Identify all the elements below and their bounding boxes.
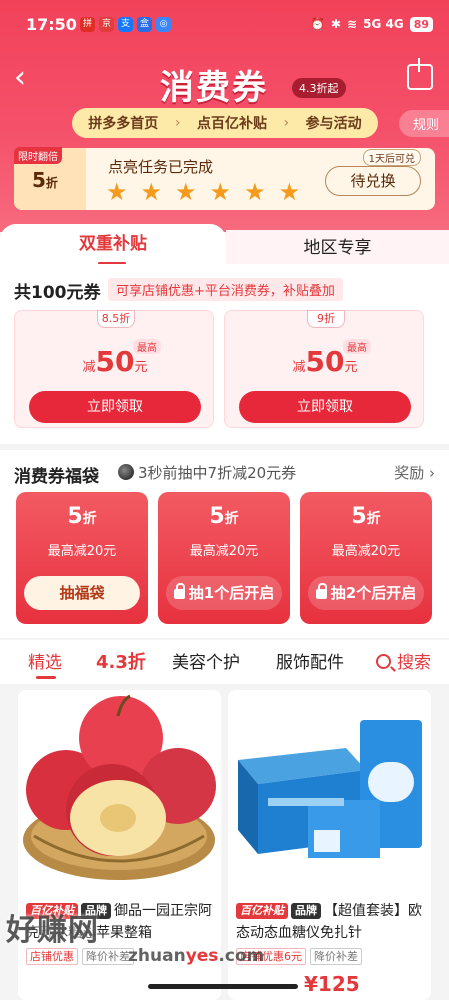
chevron-right-icon: › (174, 115, 181, 131)
wifi-icon: ≋ (347, 17, 358, 31)
bag-discount: 5折 (209, 504, 239, 529)
locked-bag-button[interactable]: 抽1个后开启 (166, 576, 282, 610)
category-bar: 精选 4.3折 美容个护 服饰配件 搜索 (0, 640, 449, 684)
home-indicator[interactable] (148, 984, 298, 989)
reward-link[interactable]: 奖励 › (394, 462, 435, 483)
category-beauty[interactable]: 美容个护 (172, 648, 240, 673)
subsidy-tag: 百亿补贴 (236, 903, 288, 919)
watermark-logo-text: 好赚网 (6, 913, 99, 948)
rules-button[interactable]: 规则 (398, 110, 449, 137)
breadcrumb: 拼多多首页 › 点百亿补贴 › 参与活动 (72, 108, 378, 138)
alarm-icon: ⏰ (310, 17, 325, 31)
redeem-countdown-badge: 1天后可兑 (362, 149, 421, 166)
coupon-card: 9折 最高 减50元 立即领取 (224, 310, 424, 428)
tab-regional[interactable]: 地区专享 (226, 230, 449, 268)
task-card: 限时翻倍 5折 点亮任务已完成 ★ ★ ★ ★ ★ ★ 1天后可兑 待兑换 (14, 147, 435, 210)
lucky-bag-title: 消费券福袋 (14, 467, 99, 487)
category-featured[interactable]: 精选 (28, 648, 62, 679)
brand-tag: 品牌 (291, 903, 321, 919)
discount-pill: 4.3折起 (292, 78, 346, 98)
bag-max-text: 最高减20元 (189, 544, 259, 559)
app-icon-jd: 京 (99, 17, 114, 32)
promo-tag: 降价补差 (82, 948, 134, 965)
claim-button[interactable]: 立即领取 (29, 391, 201, 423)
star-icon: ★ (106, 178, 128, 206)
bag-max-text: 最高减20元 (47, 544, 117, 559)
avatar (118, 464, 134, 480)
bag-discount: 5折 (67, 504, 97, 529)
coupon-total-title: 共100元券 (14, 283, 101, 303)
breadcrumb-item-subsidy: 点百亿补贴 (196, 116, 267, 132)
top-banner: 17:50 拼 京 支 盒 ◎ ⏰ ✱ ≋ 5G 4G 89 ‹ 消费券 4.3… (0, 0, 449, 232)
tab-bar: 双重补贴 地区专享 (0, 224, 449, 268)
lucky-bag-card: 5折 最高减20元 抽1个后开启 (158, 492, 290, 624)
bluetooth-icon: ✱ (330, 17, 342, 31)
star-icon: ★ (244, 178, 266, 206)
app-icon-box: 盒 (137, 17, 152, 32)
lucky-bag-card: 5折 最高减20元 抽2个后开启 (300, 492, 432, 624)
product-title: 百亿补贴 品牌 【超值套装】欧态动态血糖仪免扎针 (236, 903, 422, 941)
tag-discount: 5折 (32, 168, 58, 192)
product-price: ¥125 (304, 972, 360, 996)
task-message: 点亮任务已完成 (108, 158, 214, 176)
star-icon: ★ (140, 178, 163, 206)
category-apparel[interactable]: 服饰配件 (276, 648, 350, 673)
live-winner-ticker: 3秒前抽中7折减20元券 (118, 462, 296, 483)
claim-button[interactable]: 立即领取 (239, 391, 411, 423)
app-icon-alipay: 支 (118, 17, 133, 32)
coupon-discount: 8.5折 (97, 310, 135, 328)
coupon-hint: 可享店铺优惠+平台消费券，补贴叠加 (108, 278, 343, 301)
promo-tags: 店铺优惠 降价补差 (26, 948, 134, 965)
app-icon-pdd: 拼 (80, 17, 95, 32)
star-icon: ★ (175, 178, 197, 206)
chevron-right-icon: › (283, 115, 290, 131)
star-row: ★ ★ ★ ★ ★ ★ (106, 180, 300, 204)
bag-discount: 5折 (351, 504, 381, 529)
signal-icon: 5G 4G (363, 17, 404, 31)
breadcrumb-item-home: 拼多多首页 (88, 116, 159, 132)
limited-label: 限时翻倍 (14, 147, 62, 164)
apple-product-image (18, 690, 221, 890)
limited-double-tag: 限时翻倍 5折 (14, 147, 86, 210)
promo-tag: 店铺优惠 (26, 948, 78, 965)
coupon-section: 共100元券 可享店铺优惠+平台消费券，补贴叠加 8.5折 最高 减50元 立即… (0, 264, 449, 444)
lucky-bag-section: 消费券福袋 3秒前抽中7折减20元券 奖励 › 5折 最高减20元 抽福袋 5折… (0, 450, 449, 638)
draw-bag-button[interactable]: 抽福袋 (24, 576, 140, 610)
coupon-discount: 9折 (307, 310, 345, 328)
chevron-left-icon: ‹ (14, 60, 26, 95)
back-button[interactable]: ‹ (14, 60, 44, 96)
search-button[interactable]: 搜索 (376, 648, 431, 673)
glucose-meter-product-image (228, 690, 431, 890)
status-icons: ⏰ ✱ ≋ 5G 4G 89 (310, 14, 433, 34)
watermark-url: zhuanyes.com (128, 946, 265, 966)
lucky-bag-card: 5折 最高减20元 抽福袋 (16, 492, 148, 624)
status-time: 17:50 (26, 15, 77, 34)
app-icon-browser: ◎ (156, 17, 171, 32)
bag-max-text: 最高减20元 (331, 544, 401, 559)
locked-bag-button[interactable]: 抽2个后开启 (308, 576, 424, 610)
status-bar: 17:50 拼 京 支 盒 ◎ ⏰ ✱ ≋ 5G 4G 89 (0, 0, 449, 46)
lock-icon (315, 583, 327, 599)
promo-tag: 降价补差 (310, 948, 362, 965)
breadcrumb-item-activity: 参与活动 (305, 116, 362, 132)
lock-icon (173, 583, 185, 599)
category-43-discount[interactable]: 4.3折 (96, 648, 146, 674)
page-title: 消费券 (160, 68, 268, 108)
search-icon (376, 654, 391, 669)
battery-icon: 89 (409, 16, 433, 32)
star-icon: ★ (278, 178, 301, 206)
coupon-amount: 减50元 (292, 345, 358, 378)
tab-double-subsidy[interactable]: 双重补贴 (0, 224, 226, 268)
share-icon[interactable] (407, 58, 433, 90)
pending-redeem-button[interactable]: 待兑换 (325, 166, 421, 196)
star-icon: ★ (209, 178, 232, 206)
coupon-amount: 减50元 (82, 345, 148, 378)
coupon-card: 8.5折 最高 减50元 立即领取 (14, 310, 214, 428)
